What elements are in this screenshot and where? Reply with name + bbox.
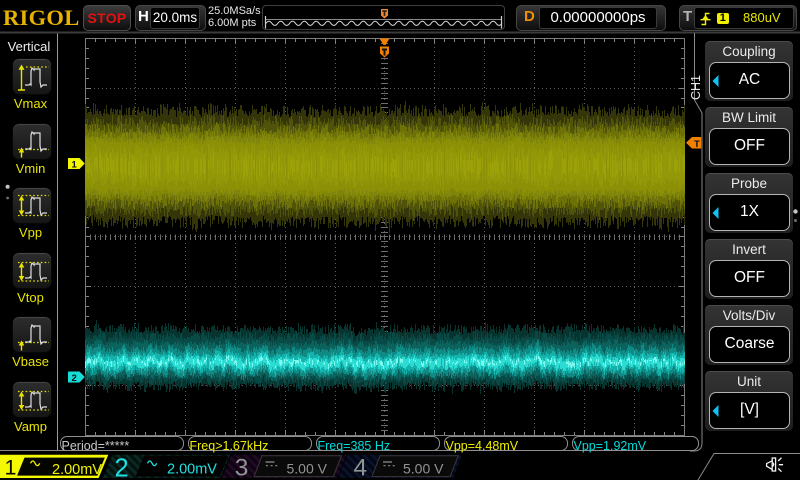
svg-text:2.00mV: 2.00mV xyxy=(52,462,102,478)
svg-text:4: 4 xyxy=(354,454,368,480)
svg-text:2: 2 xyxy=(115,455,129,480)
svg-text:5.00 V: 5.00 V xyxy=(403,461,444,477)
svg-text:1: 1 xyxy=(72,160,78,171)
svg-text:1: 1 xyxy=(5,455,17,479)
svg-text:2: 2 xyxy=(72,373,77,384)
svg-text:2.00mV: 2.00mV xyxy=(167,462,217,478)
svg-text:3: 3 xyxy=(235,454,249,480)
svg-text:T: T xyxy=(694,139,700,150)
svg-text:5.00 V: 5.00 V xyxy=(287,461,328,477)
